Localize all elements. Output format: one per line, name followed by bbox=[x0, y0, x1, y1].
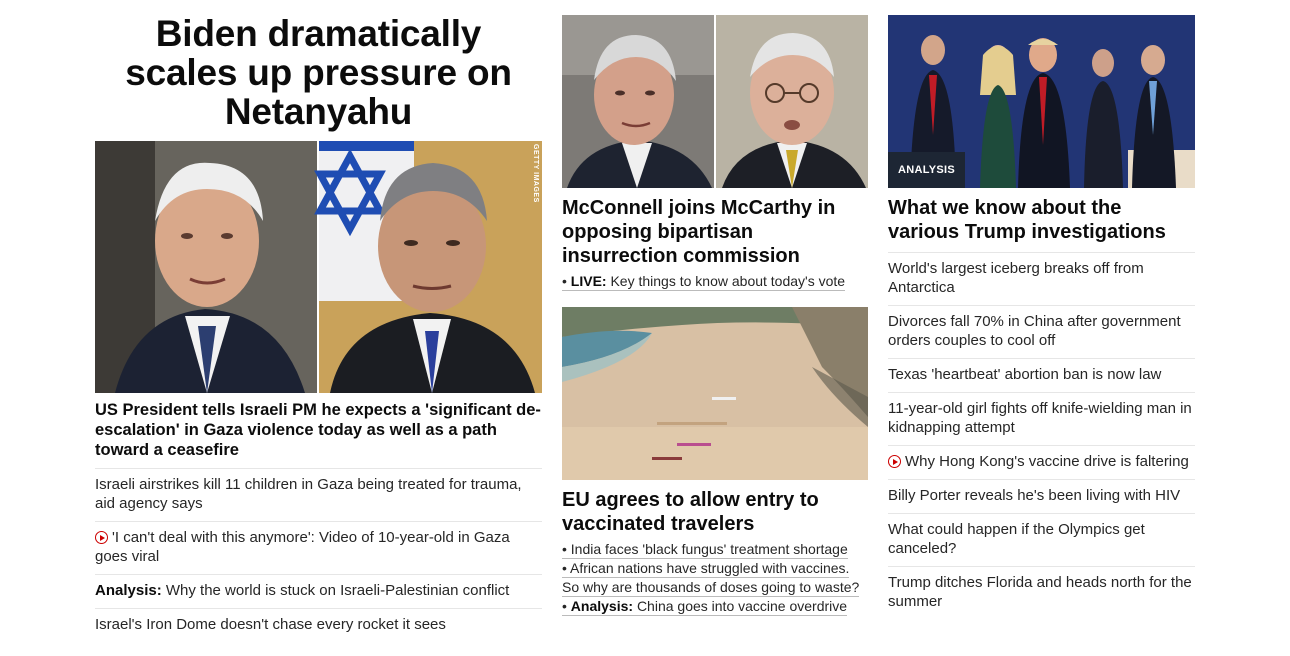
story-link[interactable]: World's largest iceberg breaks off from … bbox=[888, 260, 1144, 296]
main-story-image[interactable]: GETTY IMAGES bbox=[95, 141, 542, 393]
trump-headline-link[interactable]: What we know about the various Trump inv… bbox=[888, 197, 1166, 243]
story-link[interactable]: Why Hong Kong's vaccine drive is falteri… bbox=[905, 453, 1189, 470]
middle-stories: McConnell joins McCarthy in opposing bip… bbox=[562, 0, 868, 616]
bullet-link[interactable]: • Analysis: China goes into vaccine over… bbox=[562, 598, 848, 616]
play-video-icon bbox=[95, 531, 108, 544]
analysis-prefix: Analysis: bbox=[570, 598, 634, 614]
mcconnell-headline-link[interactable]: McConnell joins McCarthy in opposing bip… bbox=[562, 197, 835, 267]
list-item: Texas 'heartbeat' abortion ban is now la… bbox=[888, 358, 1195, 392]
story-link[interactable]: What could happen if the Olympics get ca… bbox=[888, 521, 1145, 557]
mcconnell-bullets: • LIVE: Key things to know about today's… bbox=[562, 272, 868, 291]
list-item: Billy Porter reveals he's been living wi… bbox=[888, 479, 1195, 513]
list-item: World's largest iceberg breaks off from … bbox=[888, 252, 1195, 305]
list-item: Analysis: Why the world is stuck on Isra… bbox=[95, 574, 542, 608]
beach-photo bbox=[562, 307, 868, 480]
right-story-list: World's largest iceberg breaks off from … bbox=[888, 252, 1195, 619]
bullet-text: Key things to know about today's vote bbox=[610, 273, 846, 289]
bullet-text: African nations have struggled with vacc… bbox=[562, 560, 860, 595]
eu-bullets: • India faces 'black fungus' treatment s… bbox=[562, 540, 868, 616]
eu-headline: EU agrees to allow entry to vaccinated t… bbox=[562, 488, 868, 536]
play-video-icon bbox=[888, 455, 901, 468]
bullet-link[interactable]: • African nations have struggled with va… bbox=[562, 560, 860, 597]
related-link[interactable]: Why the world is stuck on Israeli-Palest… bbox=[166, 582, 509, 599]
list-item: • LIVE: Key things to know about today's… bbox=[562, 272, 868, 291]
story-link[interactable]: Divorces fall 70% in China after governm… bbox=[888, 313, 1181, 349]
bullet-link[interactable]: • India faces 'black fungus' treatment s… bbox=[562, 541, 848, 559]
list-item: 'I can't deal with this anymore': Video … bbox=[95, 521, 542, 574]
list-item: Why Hong Kong's vaccine drive is falteri… bbox=[888, 445, 1195, 479]
story-link[interactable]: 11-year-old girl fights off knife-wieldi… bbox=[888, 400, 1192, 436]
list-item: Trump ditches Florida and heads north fo… bbox=[888, 566, 1195, 619]
related-link[interactable]: Israel's Iron Dome doesn't chase every r… bbox=[95, 616, 446, 633]
story-link[interactable]: Billy Porter reveals he's been living wi… bbox=[888, 487, 1180, 504]
mcconnell-headline: McConnell joins McCarthy in opposing bip… bbox=[562, 196, 868, 268]
beach-image[interactable] bbox=[562, 307, 868, 480]
live-prefix: LIVE: bbox=[570, 273, 607, 289]
main-headline-link[interactable]: Biden dramatically scales up pressure on… bbox=[125, 13, 512, 132]
bullet-text: China goes into vaccine overdrive bbox=[636, 598, 848, 614]
list-item: Israel's Iron Dome doesn't chase every r… bbox=[95, 608, 542, 642]
bullet-link[interactable]: • LIVE: Key things to know about today's… bbox=[562, 273, 846, 291]
mcconnell-mccarthy-photo bbox=[562, 15, 868, 188]
main-story: Biden dramatically scales up pressure on… bbox=[95, 0, 542, 642]
analysis-badge: ANALYSIS bbox=[888, 152, 966, 188]
related-link[interactable]: Israeli airstrikes kill 11 children in G… bbox=[95, 476, 522, 512]
list-item: • Analysis: China goes into vaccine over… bbox=[562, 597, 868, 616]
main-story-summary: US President tells Israeli PM he expects… bbox=[95, 400, 542, 460]
list-item: What could happen if the Olympics get ca… bbox=[888, 513, 1195, 566]
mcconnell-mccarthy-image[interactable] bbox=[562, 15, 868, 188]
related-link[interactable]: 'I can't deal with this anymore': Video … bbox=[95, 529, 510, 565]
list-item: 11-year-old girl fights off knife-wieldi… bbox=[888, 392, 1195, 445]
biden-netanyahu-photo bbox=[95, 141, 542, 393]
list-item: • African nations have struggled with va… bbox=[562, 559, 868, 597]
bullet-text: India faces 'black fungus' treatment sho… bbox=[570, 541, 848, 557]
story-link[interactable]: Trump ditches Florida and heads north fo… bbox=[888, 574, 1192, 610]
list-item: Divorces fall 70% in China after governm… bbox=[888, 305, 1195, 358]
story-link[interactable]: Texas 'heartbeat' abortion ban is now la… bbox=[888, 366, 1161, 383]
trump-family-image[interactable]: ANALYSIS bbox=[888, 15, 1195, 188]
main-summary-link[interactable]: US President tells Israeli PM he expects… bbox=[95, 401, 541, 459]
right-stories: ANALYSIS What we know about the various … bbox=[888, 0, 1195, 619]
trump-investigations-headline: What we know about the various Trump inv… bbox=[888, 196, 1195, 244]
main-related-list: Israeli airstrikes kill 11 children in G… bbox=[95, 468, 542, 642]
main-headline: Biden dramatically scales up pressure on… bbox=[95, 14, 542, 131]
image-credit: GETTY IMAGES bbox=[532, 144, 539, 203]
list-item: Israeli airstrikes kill 11 children in G… bbox=[95, 468, 542, 521]
analysis-prefix: Analysis: bbox=[95, 582, 162, 599]
eu-headline-link[interactable]: EU agrees to allow entry to vaccinated t… bbox=[562, 489, 819, 535]
list-item: • India faces 'black fungus' treatment s… bbox=[562, 540, 868, 559]
